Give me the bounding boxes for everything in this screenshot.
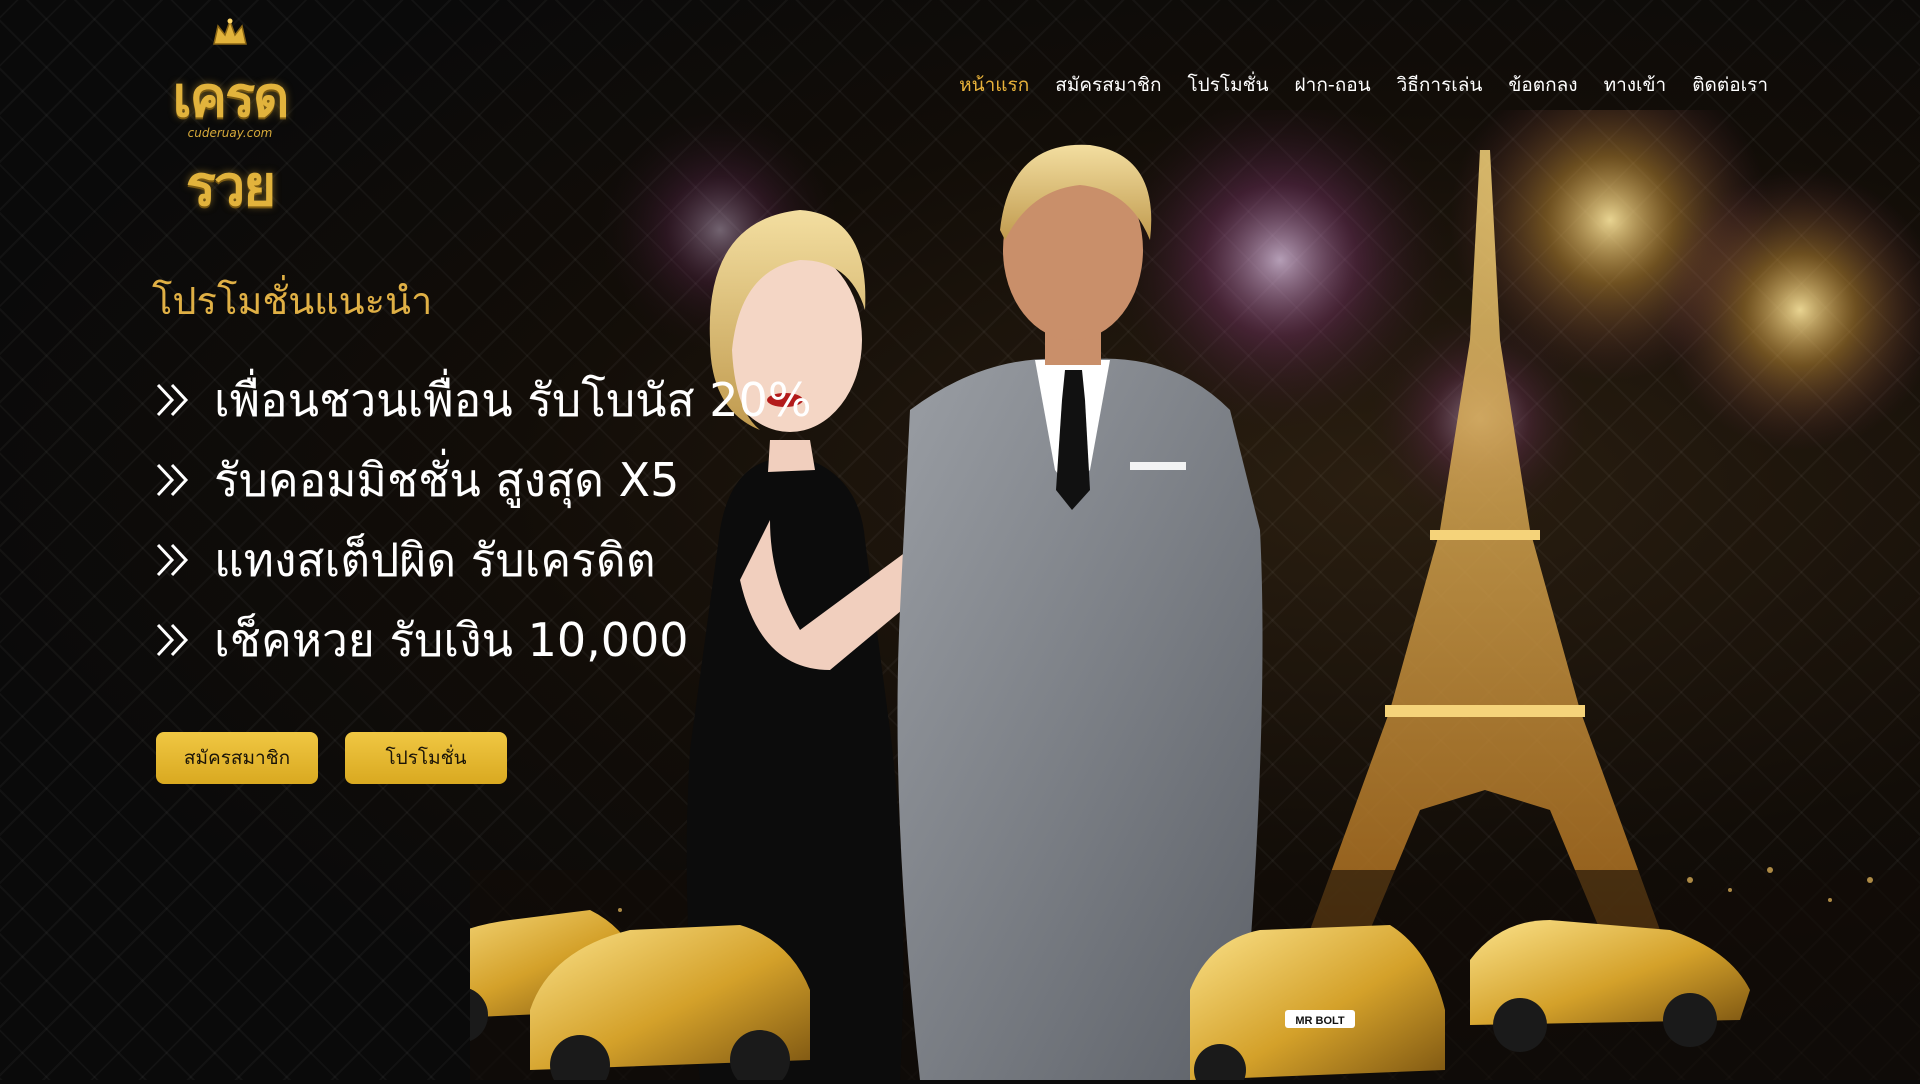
signup-button[interactable]: สมัครสมาชิก <box>156 732 318 784</box>
site-logo[interactable]: เครดรวย cuderuay.com <box>150 18 310 219</box>
nav-entrance[interactable]: ทางเข้า <box>1604 70 1667 100</box>
logo-subtext: cuderuay.com <box>187 126 273 140</box>
nav-terms[interactable]: ข้อตกลง <box>1508 70 1577 100</box>
logo-text: เครดรวย <box>172 65 289 219</box>
promo-item-text: เพื่อนชวนเพื่อน รับโบนัส 20% <box>214 372 812 427</box>
promo-item: รับคอมมิชชั่น สูงสุด X5 <box>152 440 812 520</box>
promotion-button[interactable]: โปรโมชั่น <box>345 732 507 784</box>
double-chevron-right-icon <box>156 623 189 657</box>
promo-item-text: รับคอมมิชชั่น สูงสุด X5 <box>214 452 680 507</box>
crown-icon <box>213 18 247 45</box>
nav-deposit-withdraw[interactable]: ฝาก-ถอน <box>1295 70 1371 100</box>
nav-promotion[interactable]: โปรโมชั่น <box>1187 70 1268 100</box>
license-plate: MR BOLT <box>1295 1015 1345 1027</box>
promo-list: เพื่อนชวนเพื่อน รับโบนัส 20% รับคอมมิชชั… <box>152 360 812 680</box>
nav-home[interactable]: หน้าแรก <box>959 70 1029 100</box>
nav-register[interactable]: สมัครสมาชิก <box>1055 70 1161 100</box>
double-chevron-right-icon <box>156 543 189 577</box>
double-chevron-right-icon <box>156 383 189 417</box>
nav-contact[interactable]: ติดต่อเรา <box>1692 70 1768 100</box>
nav-how-to-play[interactable]: วิธีการเล่น <box>1397 70 1483 100</box>
main-nav: หน้าแรก สมัครสมาชิก โปรโมชั่น ฝาก-ถอน วิ… <box>959 70 1768 100</box>
promo-item: แทงสเต็ปผิด รับเครดิต <box>152 520 812 600</box>
promo-item: เช็คหวย รับเงิน 10,000 <box>152 600 812 680</box>
promo-item: เพื่อนชวนเพื่อน รับโบนัส 20% <box>152 360 812 440</box>
promo-item-text: เช็คหวย รับเงิน 10,000 <box>214 612 689 667</box>
promo-item-text: แทงสเต็ปผิด รับเครดิต <box>214 532 656 587</box>
promo-heading: โปรโมชั่นแนะนำ <box>152 279 433 323</box>
double-chevron-right-icon <box>156 463 189 497</box>
